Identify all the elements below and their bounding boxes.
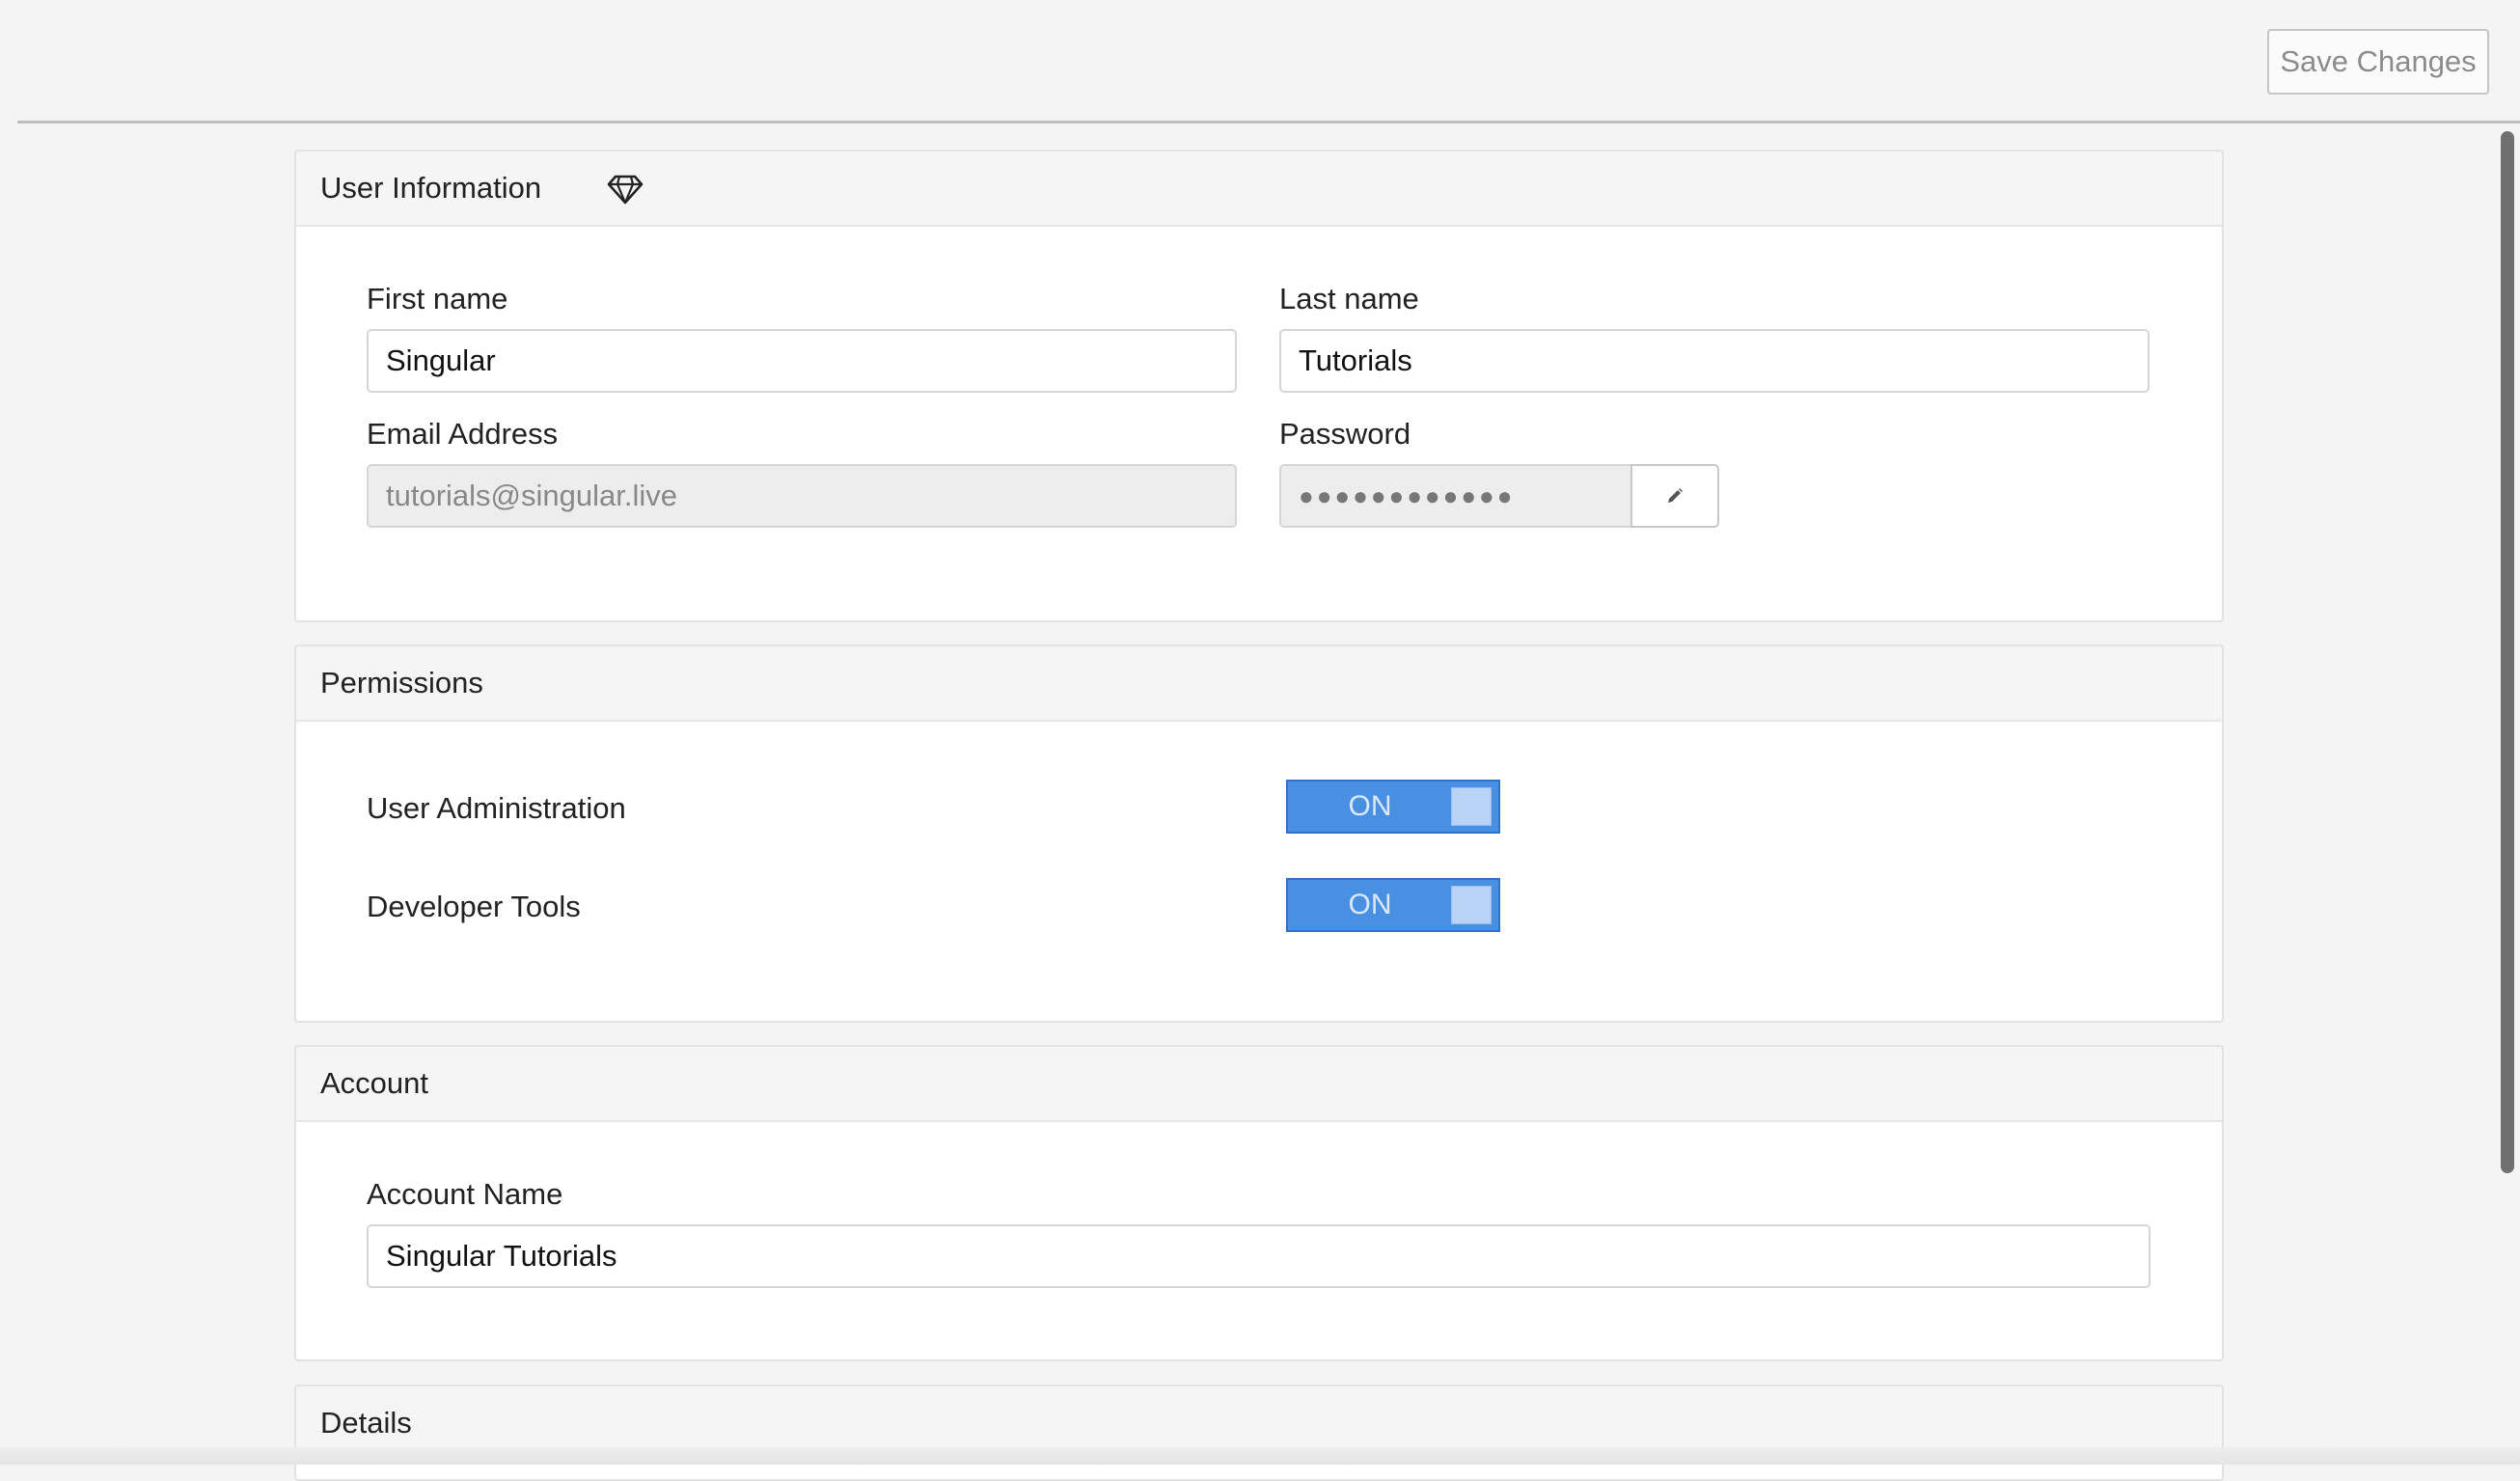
developer-tools-toggle[interactable]: ON <box>1286 878 1500 932</box>
user-information-title: User Information <box>320 171 542 205</box>
toggle-state-text: ON <box>1348 889 1392 920</box>
user-administration-toggle[interactable]: ON <box>1286 780 1500 834</box>
user-information-panel: User Information First name Singular Las… <box>294 150 2224 622</box>
toggle-knob <box>1451 886 1492 924</box>
email-input: tutorials@singular.live <box>367 464 1237 528</box>
pencil-icon <box>1668 488 1683 503</box>
vertical-scrollbar[interactable] <box>2501 131 2514 1173</box>
first-name-input[interactable]: Singular <box>367 329 1237 393</box>
permissions-header: Permissions <box>296 646 2222 722</box>
last-name-label: Last name <box>1279 282 1419 315</box>
account-panel: Account Account Name Singular Tutorials <box>294 1045 2224 1361</box>
permissions-title: Permissions <box>320 666 483 699</box>
edit-password-button[interactable] <box>1630 464 1719 528</box>
gem-icon <box>607 175 644 205</box>
last-name-input[interactable]: Tutorials <box>1279 329 2150 393</box>
email-label: Email Address <box>367 417 559 451</box>
account-header: Account <box>296 1047 2222 1122</box>
permission-label-user-administration: User Administration <box>367 791 626 825</box>
account-title: Account <box>320 1066 429 1100</box>
save-changes-button[interactable]: Save Changes <box>2267 29 2489 95</box>
account-name-label: Account Name <box>367 1177 563 1211</box>
toggle-state-text: ON <box>1348 790 1392 822</box>
details-title: Details <box>320 1406 412 1440</box>
account-name-input[interactable]: Singular Tutorials <box>367 1224 2150 1288</box>
password-label: Password <box>1279 417 1411 451</box>
top-toolbar: Save Changes <box>17 0 2520 123</box>
details-panel: Details <box>294 1385 2224 1481</box>
user-information-header: User Information <box>296 151 2222 227</box>
bottom-edge <box>0 1447 2520 1465</box>
permissions-panel: Permissions User Administration ON Devel… <box>294 645 2224 1023</box>
permission-label-developer-tools: Developer Tools <box>367 890 581 923</box>
toggle-knob <box>1451 787 1492 826</box>
password-input: ●●●●●●●●●●●● <box>1279 464 1630 528</box>
first-name-label: First name <box>367 282 508 315</box>
